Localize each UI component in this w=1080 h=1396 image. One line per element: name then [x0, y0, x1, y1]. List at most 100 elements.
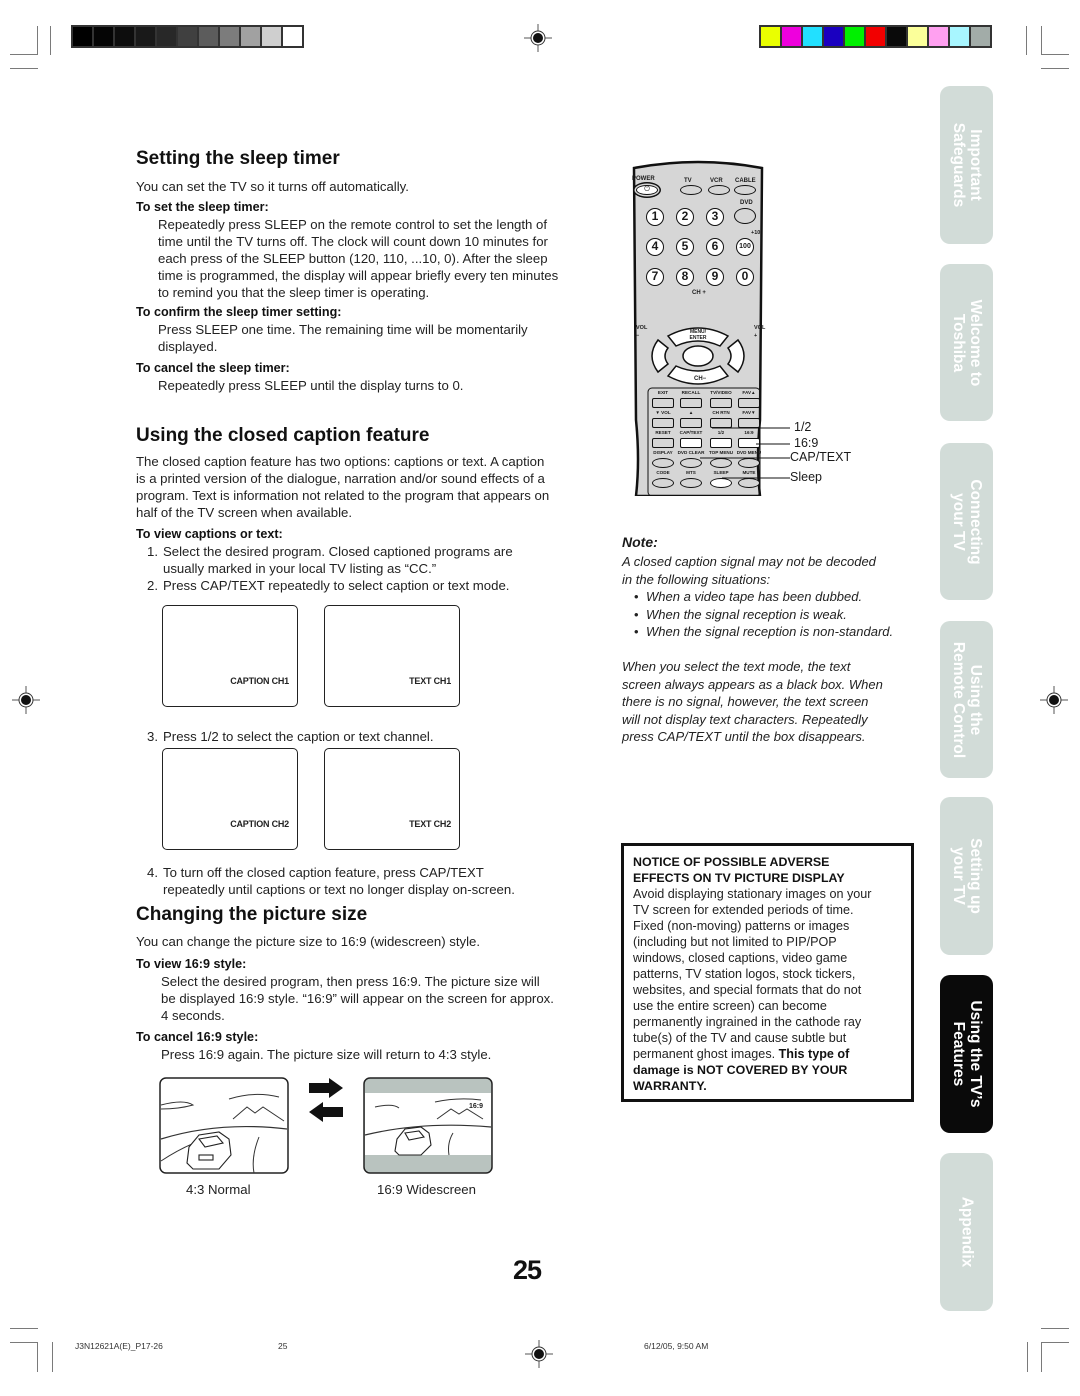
remote-key-display[interactable] — [652, 458, 674, 468]
picture-size-intro: You can change the picture size to 16:9 … — [136, 934, 481, 949]
text-ch2-screen: TEXT CH2 — [324, 748, 460, 850]
text-line: TV screen for extended periods of time. — [633, 903, 854, 917]
remote-key-label: ▼ VOL — [655, 410, 671, 415]
list-item: When a video tape has been dubbed. — [634, 588, 893, 606]
remote-key-label: FAV▲ — [742, 390, 756, 395]
view-16-9-label: To view 16:9 style: — [136, 957, 247, 971]
dvd-button[interactable] — [734, 208, 756, 224]
note-bullets: When a video tape has been dubbed. When … — [634, 588, 893, 641]
text-line: ENTER — [689, 335, 707, 341]
remote-key-exit[interactable] — [652, 398, 674, 408]
screen-label: CAPTION CH2 — [230, 819, 289, 829]
remote-key--vol[interactable] — [652, 418, 674, 428]
digit-button-1[interactable]: 1 — [646, 208, 664, 226]
power-label: POWER — [632, 176, 655, 182]
gray-swatch — [241, 27, 260, 46]
color-swatch — [950, 27, 969, 46]
menu-enter-button[interactable] — [682, 345, 714, 367]
tab-label: Safeguards — [949, 122, 967, 208]
confirm-sleep-timer-label: To confirm the sleep timer setting: — [136, 305, 342, 319]
digit-button-0[interactable]: 0 — [736, 268, 754, 286]
set-sleep-timer-label: To set the sleep timer: — [136, 200, 269, 214]
tv-button[interactable] — [680, 185, 702, 195]
step-number: 1. — [147, 544, 158, 559]
sleep-timer-heading: Setting the sleep timer — [136, 148, 340, 169]
arrow-right-icon — [309, 1078, 343, 1098]
tv-label: TV — [684, 178, 692, 184]
tab-label: Using the TV’s — [966, 1000, 984, 1108]
widescreen-16-9-illustration: 16:9 — [363, 1077, 493, 1174]
tab-using-the-remote-control[interactable]: Using the Remote Control — [940, 621, 993, 778]
note-title: Note: — [622, 534, 658, 550]
text-line: in the following situations: — [622, 571, 771, 587]
tab-label: your TV — [949, 847, 967, 905]
text-span: permanent ghost images. — [633, 1047, 779, 1061]
text-line: To turn off the closed caption feature, … — [163, 865, 484, 880]
remote-key-fav-[interactable] — [738, 398, 760, 408]
remote-key-reset[interactable] — [652, 438, 674, 448]
power-button[interactable]: ⏻ — [636, 185, 658, 195]
text-line: use the entire screen) can become — [633, 999, 827, 1013]
digit-button-8[interactable]: 8 — [676, 268, 694, 286]
remote-key-label: CODE — [656, 470, 670, 475]
text-line: displayed. — [158, 339, 218, 354]
text-line: time until the TV turns off. The clock w… — [158, 234, 548, 249]
text-line: Fixed (non-moving) patterns or images — [633, 919, 850, 933]
color-swatch — [845, 27, 864, 46]
remote-key-recall[interactable] — [680, 398, 702, 408]
remote-key-cap-text[interactable] — [680, 438, 702, 448]
step-2: 2. Press CAP/TEXT repeatedly to select c… — [147, 577, 587, 594]
dvd-label: DVD — [740, 200, 753, 206]
cancel-16-9-label: To cancel 16:9 style: — [136, 1030, 259, 1044]
tab-welcome-to-toshiba[interactable]: Welcome to Toshiba — [940, 264, 993, 421]
text-line: there is no signal, however, the text sc… — [622, 694, 869, 709]
gray-swatch — [73, 27, 92, 46]
text-line: tube(s) of the TV and cause subtle but — [633, 1031, 847, 1045]
remote-key-label: RECALL — [681, 390, 701, 395]
digit-button-9[interactable]: 9 — [706, 268, 724, 286]
normal-4-3-illustration — [159, 1077, 289, 1174]
tab-using-the-tvs-features[interactable]: Using the TV’s Features — [940, 975, 993, 1133]
remote-key-mts[interactable] — [680, 478, 702, 488]
text-line: websites, and special formats that do no… — [633, 983, 862, 997]
list-item: When the signal reception is non-standar… — [634, 623, 893, 641]
callout-1-2: 1/2 — [794, 420, 812, 434]
remote-key-tv-video[interactable] — [710, 398, 732, 408]
note-intro: A closed caption signal may not be decod… — [622, 553, 876, 588]
menu-enter-label: MENU/ ENTER — [686, 329, 710, 341]
remote-key-code[interactable] — [652, 478, 674, 488]
cable-button[interactable] — [734, 185, 756, 195]
callout-16-9: 16:9 — [794, 436, 819, 450]
tab-label: Connecting — [966, 478, 984, 565]
text-line: time is programmed, the display will app… — [158, 268, 559, 283]
vcr-button[interactable] — [708, 185, 730, 195]
tab-label: Toshiba — [949, 313, 967, 372]
view-captions-label: To view captions or text: — [136, 527, 283, 541]
text-ch1-screen: TEXT CH1 — [324, 605, 460, 707]
remote-key-dvd-clear[interactable] — [680, 458, 702, 468]
registration-mark-icon — [524, 24, 552, 52]
digit-button-3[interactable]: 3 — [706, 208, 724, 226]
digit-button-6[interactable]: 6 — [706, 238, 724, 256]
text-line: Press SLEEP one time. The remaining time… — [158, 322, 528, 337]
picture-size-heading: Changing the picture size — [136, 904, 368, 925]
tab-important-safeguards[interactable]: Important Safeguards — [940, 86, 993, 244]
digit-button-4[interactable]: 4 — [646, 238, 664, 256]
callout-sleep: Sleep — [790, 470, 822, 484]
gray-swatch — [178, 27, 197, 46]
tab-appendix[interactable]: Appendix — [940, 1153, 993, 1311]
remote-key--[interactable] — [680, 418, 702, 428]
digit-button-100[interactable]: 100 — [736, 238, 754, 256]
step-number: 3. — [147, 729, 158, 744]
digit-button-2[interactable]: 2 — [676, 208, 694, 226]
tab-setting-up-your-tv[interactable]: Setting up your TV — [940, 797, 993, 955]
registration-mark-icon — [525, 1340, 553, 1368]
tab-label: Using the — [966, 664, 984, 735]
callout-lines — [700, 427, 790, 479]
tab-connecting-your-tv[interactable]: Connecting your TV — [940, 443, 993, 600]
digit-button-5[interactable]: 5 — [676, 238, 694, 256]
sleep-timer-intro: You can set the TV so it turns off autom… — [136, 179, 409, 194]
text-line: each press of the SLEEP button (120, 110… — [158, 251, 548, 266]
widescreen-caption: 16:9 Widescreen — [377, 1182, 476, 1197]
digit-button-7[interactable]: 7 — [646, 268, 664, 286]
